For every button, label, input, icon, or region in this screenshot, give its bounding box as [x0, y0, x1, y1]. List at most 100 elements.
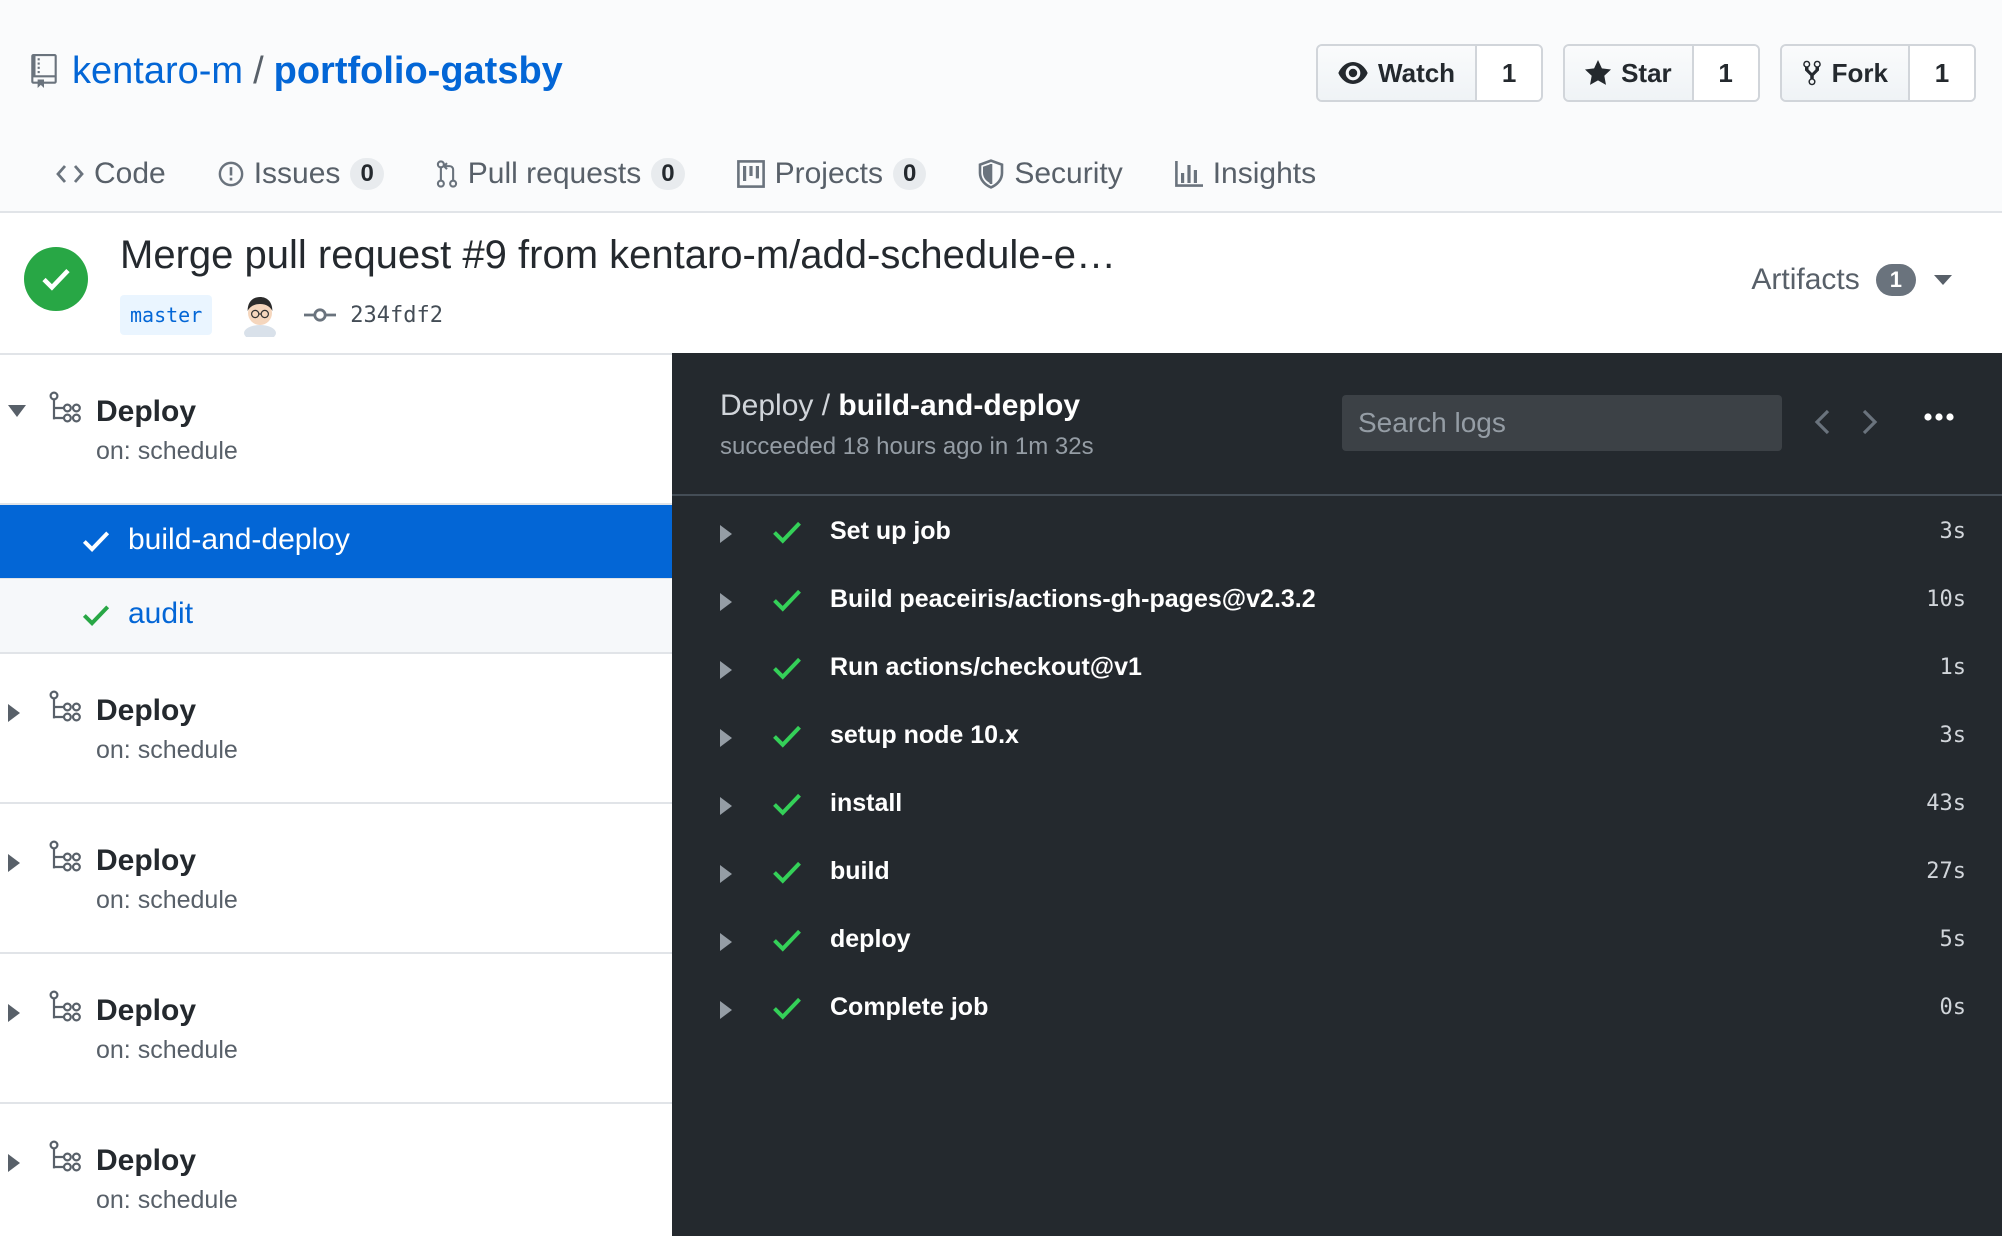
log-summary: succeeded 18 hours ago in 1m 32s — [720, 433, 1094, 460]
log-step[interactable]: setup node 10.x 3s — [672, 705, 2002, 773]
check-icon — [773, 929, 801, 952]
artifacts-dropdown[interactable]: Artifacts 1 — [1751, 263, 1952, 297]
log-job-name: build-and-deploy — [838, 389, 1081, 422]
caret-right-icon[interactable] — [8, 704, 22, 722]
fork-group: Fork 1 — [1779, 44, 1976, 102]
step-name: setup node 10.x — [830, 721, 1019, 749]
workflow-item[interactable]: Deploy on: schedule — [0, 355, 672, 505]
caret-down-icon[interactable] — [8, 405, 26, 419]
check-icon — [773, 657, 801, 680]
workflow-item[interactable]: Deploy on: schedule — [0, 654, 672, 804]
caret-right-icon[interactable] — [8, 1004, 22, 1022]
success-status-icon — [24, 247, 88, 311]
caret-right-icon[interactable] — [720, 933, 734, 951]
tab-issues[interactable]: Issues 0 — [218, 157, 384, 191]
fork-count[interactable]: 1 — [1910, 46, 1974, 100]
step-duration: 1s — [1939, 655, 1967, 680]
caret-right-icon[interactable] — [8, 1154, 22, 1172]
chevron-right-icon[interactable] — [1862, 409, 1878, 435]
avatar[interactable] — [240, 293, 280, 337]
watch-button[interactable]: Watch — [1318, 46, 1478, 100]
job-name: audit — [128, 597, 194, 630]
check-icon — [773, 997, 801, 1020]
star-count[interactable]: 1 — [1693, 46, 1758, 100]
caret-right-icon[interactable] — [720, 1001, 734, 1019]
job-audit[interactable]: audit — [0, 578, 672, 652]
repo-title: kentaro-m / portfolio-gatsby — [30, 46, 563, 96]
tab-security[interactable]: Security — [978, 157, 1123, 191]
workflow-trigger: on: schedule — [96, 437, 238, 465]
star-group: Star 1 — [1563, 44, 1760, 102]
search-logs-input[interactable] — [1342, 395, 1782, 451]
caret-right-icon[interactable] — [720, 865, 734, 883]
tab-code[interactable]: Code — [56, 157, 166, 191]
caret-right-icon[interactable] — [720, 797, 734, 815]
tab-pull-requests[interactable]: Pull requests 0 — [436, 157, 685, 191]
caret-right-icon[interactable] — [720, 729, 734, 747]
tab-insights-label: Insights — [1212, 157, 1317, 190]
job-name: build-and-deploy — [128, 523, 350, 556]
log-step[interactable]: Run actions/checkout@v1 1s — [672, 637, 2002, 705]
fork-label: Fork — [1831, 57, 1888, 88]
tab-code-label: Code — [94, 157, 166, 190]
workflow-item[interactable]: Deploy on: schedule — [0, 954, 672, 1104]
code-icon — [56, 165, 84, 183]
workflow-name: Deploy — [96, 994, 197, 1027]
tab-insights[interactable]: Insights — [1174, 157, 1317, 191]
log-step[interactable]: build 27s — [672, 841, 2002, 909]
workflow-icon — [49, 1140, 81, 1172]
job-build-and-deploy[interactable]: build-and-deploy — [0, 505, 672, 578]
workflow-trigger: on: schedule — [96, 886, 238, 914]
step-name: Build peaceiris/actions-gh-pages@v2.3.2 — [830, 585, 1316, 613]
repo-name-link[interactable]: portfolio-gatsby — [274, 50, 563, 93]
workflow-item[interactable]: Deploy on: schedule — [0, 804, 672, 954]
log-workflow-name: Deploy — [720, 389, 814, 422]
chevron-left-icon[interactable] — [1814, 409, 1830, 435]
step-name: install — [830, 789, 903, 817]
run-meta: master 234fdf2 — [120, 291, 443, 339]
step-duration: 5s — [1939, 927, 1967, 952]
step-list: Set up job 3s Build peaceiris/actions-gh… — [672, 501, 2002, 1045]
run-header: Merge pull request #9 from kentaro-m/add… — [0, 213, 2002, 355]
workflow-icon — [49, 990, 81, 1022]
fork-icon — [1802, 60, 1821, 86]
check-icon — [773, 521, 801, 544]
step-name: Run actions/checkout@v1 — [830, 653, 1142, 681]
caret-right-icon[interactable] — [720, 661, 734, 679]
caret-right-icon[interactable] — [8, 854, 22, 872]
step-duration: 0s — [1939, 995, 1967, 1020]
workflow-trigger: on: schedule — [96, 1036, 238, 1064]
tab-projects[interactable]: Projects 0 — [736, 157, 927, 191]
watch-count[interactable]: 1 — [1477, 46, 1542, 100]
pull-requests-counter: 0 — [651, 158, 685, 190]
workflow-sidebar: Deploy on: schedule build-and-deploy aud… — [0, 355, 672, 1236]
log-step[interactable]: Build peaceiris/actions-gh-pages@v2.3.2 … — [672, 569, 2002, 637]
log-step[interactable]: Complete job 0s — [672, 977, 2002, 1045]
caret-right-icon[interactable] — [720, 593, 734, 611]
step-duration: 3s — [1939, 519, 1967, 544]
eye-icon — [1338, 62, 1368, 84]
more-options-icon[interactable] — [1924, 413, 1954, 421]
commit-sha[interactable]: 234fdf2 — [350, 303, 443, 328]
step-duration: 43s — [1926, 791, 1966, 816]
step-name: build — [830, 857, 890, 885]
shield-icon — [979, 159, 1004, 189]
fork-button[interactable]: Fork — [1781, 46, 1910, 100]
issues-counter: 0 — [350, 158, 384, 190]
workflow-trigger: on: schedule — [96, 736, 238, 764]
caret-right-icon[interactable] — [720, 525, 734, 543]
log-step[interactable]: install 43s — [672, 773, 2002, 841]
check-icon — [773, 793, 801, 816]
repo-owner-link[interactable]: kentaro-m — [72, 50, 243, 93]
check-icon — [42, 269, 70, 291]
workflow-item[interactable]: Deploy on: schedule — [0, 1104, 672, 1252]
issue-icon — [218, 161, 244, 187]
log-step[interactable]: Set up job 3s — [672, 501, 2002, 569]
tab-pull-requests-label: Pull requests — [467, 157, 642, 190]
log-step[interactable]: deploy 5s — [672, 909, 2002, 977]
branch-label[interactable]: master — [120, 295, 213, 335]
repo-header: kentaro-m / portfolio-gatsby Watch 1 Sta… — [0, 0, 2002, 213]
star-button[interactable]: Star — [1565, 46, 1694, 100]
graph-icon — [1174, 161, 1203, 187]
repo-separator: / — [253, 49, 264, 92]
